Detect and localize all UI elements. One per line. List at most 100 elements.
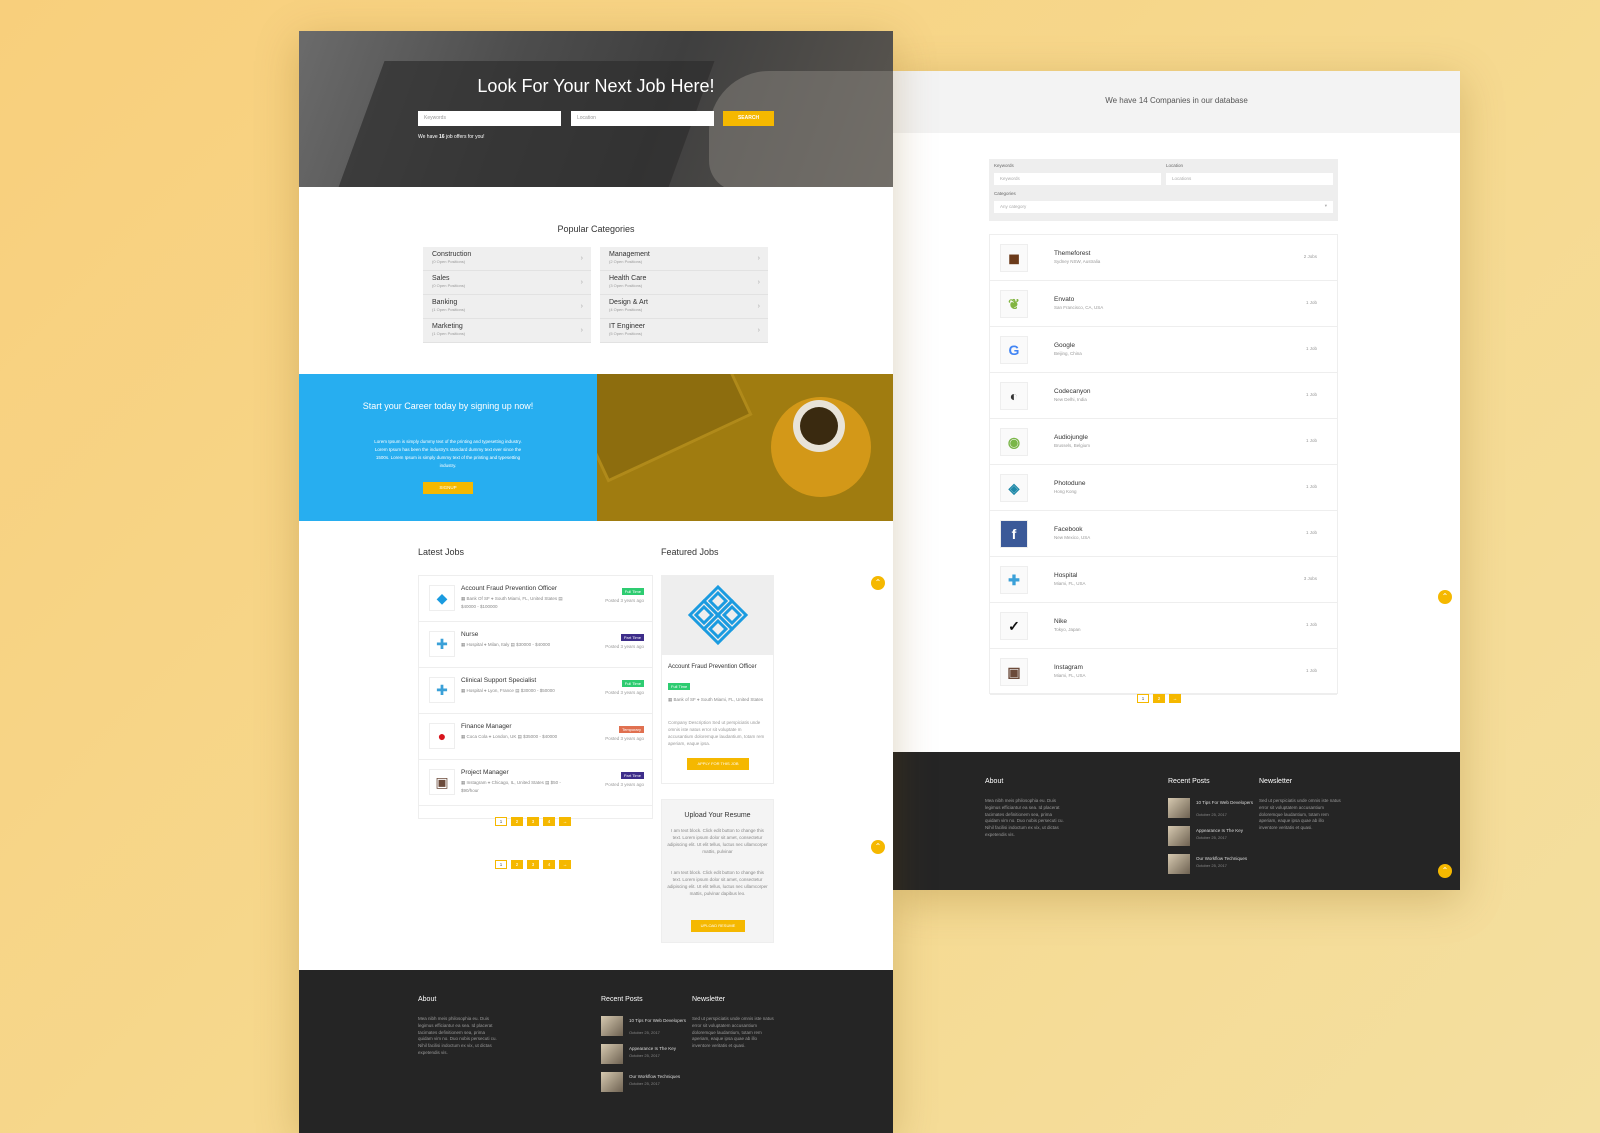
category-item[interactable]: IT Engineer (5 Open Positions) › (600, 319, 768, 343)
company-name[interactable]: Audiojungle (1054, 434, 1088, 441)
category-count: (0 Open Positions) (432, 259, 466, 264)
page-button[interactable]: 4 (543, 817, 555, 826)
category-name: Banking (432, 299, 458, 306)
job-title[interactable]: Account Fraud Prevention Officer (461, 585, 601, 592)
table-row[interactable]: ● Finance Manager ▦ Coca Cola ⌖ London, UK… (419, 714, 652, 760)
page-button[interactable]: → (1169, 694, 1181, 703)
page-button[interactable]: 2 (1153, 694, 1165, 703)
featured-job-meta: ▦ Bank of SF ⌖ South Miami, FL, United S… (668, 696, 768, 703)
search-button[interactable]: SEARCH (723, 111, 774, 126)
list-item[interactable]: G Google Beijing, China 1 Job (990, 327, 1337, 373)
featured-job-title[interactable]: Account Fraud Prevention Officer (668, 664, 758, 671)
category-item[interactable]: Banking (1 Open Positions) › (423, 295, 591, 319)
category-item[interactable]: Health Care (3 Open Positions) › (600, 271, 768, 295)
table-row[interactable]: ▣ Project Manager ▦ Instagram ⌖ Chicago, I… (419, 760, 652, 806)
list-item[interactable]: f Facebook New Mexico, USA 1 Job (990, 511, 1337, 557)
scroll-up-button-lower[interactable]: ⌃ (871, 840, 885, 854)
company-job-count: 1 Job (1305, 438, 1317, 443)
company-name[interactable]: Instagram (1054, 664, 1083, 671)
company-location: Brussels, Belgium (1054, 443, 1091, 448)
company-name[interactable]: Codecanyon (1054, 388, 1091, 395)
scroll-up-button[interactable]: ⌃ (1438, 590, 1452, 604)
company-name[interactable]: Facebook (1054, 526, 1083, 533)
footer-post[interactable]: Our Workflow Techniques October 25, 2017 (1168, 854, 1258, 876)
job-location: London, UK (492, 734, 517, 739)
google-logo-icon: G (1000, 336, 1028, 364)
page-button[interactable]: → (559, 860, 571, 869)
category-name: Sales (432, 275, 450, 282)
list-item[interactable]: ❦ Envato San Francisco, CA, USA 1 Job (990, 281, 1337, 327)
page-button[interactable]: → (559, 817, 571, 826)
list-item[interactable]: ✚ Hospital Miami, FL, USA 3 Jobs (990, 557, 1337, 603)
company-name[interactable]: Nike (1054, 618, 1067, 625)
categories-select[interactable]: Any category ▾ (994, 201, 1333, 213)
category-item[interactable]: Construction (0 Open Positions) › (423, 247, 591, 271)
page-button[interactable]: 1 (495, 860, 507, 869)
post-title[interactable]: 10 Tips For Web Developers (629, 1018, 691, 1024)
list-item[interactable]: ◈ Photodune Hong Kong 1 Job (990, 465, 1337, 511)
upload-resume-button[interactable]: UPLOAD RESUME (691, 920, 745, 932)
chevron-right-icon: › (757, 279, 760, 286)
scroll-up-button[interactable]: ⌃ (871, 576, 885, 590)
post-title[interactable]: Our Workflow Techniques (1196, 856, 1258, 862)
company-name[interactable]: Envato (1054, 296, 1074, 303)
footer-post[interactable]: 10 Tips For Web Developers October 25, 20… (1168, 798, 1258, 820)
page-button[interactable]: 2 (511, 860, 523, 869)
table-row[interactable]: ◆ Account Fraud Prevention Officer ▦ Bank … (419, 576, 652, 622)
list-item[interactable]: ✓ Nike Tokyo, Japan 1 Job (990, 603, 1337, 649)
company-name[interactable]: Hospital (1054, 572, 1077, 579)
footer-post[interactable]: Our Workflow Techniques October 25, 2017 (601, 1072, 691, 1094)
job-company: Hospital (466, 642, 483, 647)
list-item[interactable]: ◐ Codecanyon New Delhi, India 1 Job (990, 373, 1337, 419)
location-input[interactable]: Locations (1166, 173, 1333, 185)
signup-button[interactable]: SIGNUP (423, 482, 473, 494)
hero-keywords-input[interactable]: Keywords (418, 111, 561, 126)
company-name[interactable]: Photodune (1054, 480, 1085, 487)
company-job-count: 3 Jobs (1303, 576, 1317, 581)
category-item[interactable]: Design & Art (4 Open Positions) › (600, 295, 768, 319)
hero-location-input[interactable]: Location (571, 111, 714, 126)
post-date: October 25, 2017 (629, 1053, 660, 1058)
page-button[interactable]: 3 (527, 860, 539, 869)
company-name[interactable]: Themeforest (1054, 250, 1091, 257)
job-company: Hospital (466, 688, 483, 693)
post-title[interactable]: 10 Tips For Web Developers (1196, 800, 1258, 806)
page-button[interactable]: 2 (511, 817, 523, 826)
apply-job-button[interactable]: APPLY FOR THIS JOB (687, 758, 749, 770)
page-button[interactable]: 4 (543, 860, 555, 869)
footer-scroll-up-button[interactable]: ⌃ (1438, 864, 1452, 878)
hero-title: Look For Your Next Job Here! (477, 76, 715, 96)
category-item[interactable]: Management (2 Open Positions) › (600, 247, 768, 271)
hospital-logo-icon: ✚ (1000, 566, 1028, 594)
list-item[interactable]: ▣ Instagram Miami, FL, USA 1 Job (990, 649, 1337, 695)
job-title[interactable]: Clinical Support Specialist (461, 677, 601, 684)
page-button[interactable]: 1 (495, 817, 507, 826)
list-item[interactable]: ◉ Audiojungle Brussels, Belgium 1 Job (990, 419, 1337, 465)
category-count: (2 Open Positions) (609, 259, 643, 264)
footer-post[interactable]: Appearance Is The Key October 25, 2017 (601, 1044, 691, 1066)
company-job-count: 1 Job (1305, 668, 1317, 673)
footer-post[interactable]: 10 Tips For Web Developers October 25, 20… (601, 1016, 691, 1038)
featured-job-card[interactable]: Account Fraud Prevention Officer Full Ti… (661, 575, 774, 784)
job-posted: Posted 3 years ago (605, 598, 644, 603)
job-title[interactable]: Project Manager (461, 769, 601, 776)
page-button[interactable]: 3 (527, 817, 539, 826)
table-row[interactable]: ✚ Clinical Support Specialist ▦ Hospital ⌖… (419, 668, 652, 714)
list-item[interactable]: ◼ Themeforest Sydney NSW, Australia 2 Jobs (990, 235, 1337, 281)
company-name[interactable]: Google (1054, 342, 1075, 349)
post-title[interactable]: Appearance Is The Key (629, 1046, 691, 1052)
table-row[interactable]: ✚ Nurse ▦ Hospital ⌖ Milan, Italy ▤ $30000… (419, 622, 652, 668)
laptop-shape (597, 374, 753, 483)
page-button[interactable]: 1 (1137, 694, 1149, 703)
post-title[interactable]: Appearance Is The Key (1196, 828, 1258, 834)
category-item[interactable]: Sales (0 Open Positions) › (423, 271, 591, 295)
category-item[interactable]: Marketing (1 Open Positions) › (423, 319, 591, 343)
company-job-count: 2 Jobs (1303, 254, 1317, 259)
job-title[interactable]: Nurse (461, 631, 601, 638)
category-count: (3 Open Positions) (609, 283, 643, 288)
footer-post[interactable]: Appearance Is The Key October 25, 2017 (1168, 826, 1258, 848)
post-title[interactable]: Our Workflow Techniques (629, 1074, 691, 1080)
job-title[interactable]: Finance Manager (461, 723, 601, 730)
keywords-input[interactable]: Keywords (994, 173, 1161, 185)
post-thumbnail (1168, 826, 1190, 846)
